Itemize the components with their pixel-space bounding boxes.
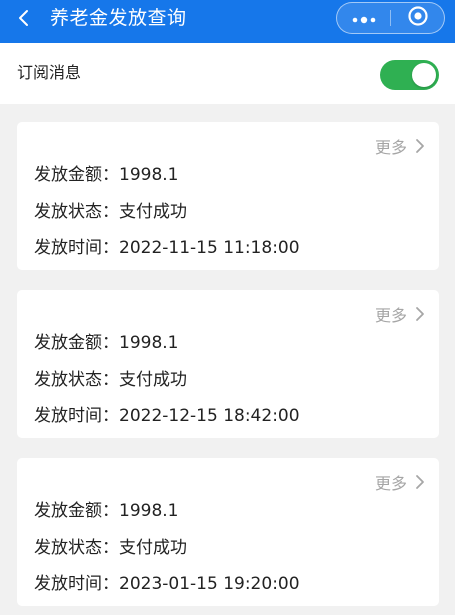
chevron-right-icon — [415, 306, 425, 322]
status-label: 发放状态 — [34, 202, 119, 222]
subscription-label: 订阅消息 — [17, 63, 82, 82]
status-field: 发放状态支付成功 — [34, 197, 187, 222]
more-label: 更多 — [374, 306, 407, 325]
more-link[interactable]: 更多 — [375, 134, 425, 158]
amount-value: 1998.1 — [119, 165, 179, 185]
more-link[interactable]: 更多 — [375, 470, 425, 494]
status-label: 发放状态 — [34, 370, 119, 390]
time-field: 发放时间2023-01-15 19:20:00 — [34, 569, 300, 594]
mini-program-capsule — [336, 2, 445, 34]
target-close-icon — [407, 5, 429, 31]
amount-value: 1998.1 — [119, 333, 179, 353]
time-field: 发放时间2022-11-15 11:18:00 — [34, 233, 300, 258]
time-value: 2022-12-15 18:42:00 — [119, 406, 300, 426]
time-field: 发放时间2022-12-15 18:42:00 — [34, 401, 300, 426]
toggle-knob — [412, 63, 436, 87]
more-link[interactable]: 更多 — [375, 302, 425, 326]
subscription-toggle[interactable] — [380, 60, 439, 90]
amount-value: 1998.1 — [119, 501, 179, 521]
status-field: 发放状态支付成功 — [34, 533, 187, 558]
back-button[interactable] — [10, 6, 38, 34]
amount-field: 发放金额1998.1 — [34, 160, 178, 185]
more-label: 更多 — [374, 474, 407, 493]
amount-label: 发放金额 — [34, 333, 119, 353]
chevron-right-icon — [415, 138, 425, 154]
more-dots-icon — [351, 9, 377, 28]
time-label: 发放时间 — [34, 574, 119, 594]
record-card: 更多 发放金额1998.1 发放状态支付成功 发放时间2022-12-15 18… — [17, 290, 439, 438]
status-label: 发放状态 — [34, 538, 119, 558]
more-label: 更多 — [374, 138, 407, 157]
record-card: 更多 发放金额1998.1 发放状态支付成功 发放时间2023-01-15 19… — [17, 458, 439, 606]
record-card: 更多 发放金额1998.1 发放状态支付成功 发放时间2022-11-15 11… — [17, 122, 439, 270]
time-value: 2023-01-15 19:20:00 — [119, 574, 300, 594]
status-value: 支付成功 — [119, 538, 187, 558]
status-field: 发放状态支付成功 — [34, 365, 187, 390]
time-label: 发放时间 — [34, 238, 119, 258]
subscription-row: 订阅消息 — [0, 43, 455, 104]
close-mini-program-button[interactable] — [391, 3, 444, 33]
nav-header: 养老金发放查询 — [0, 0, 455, 43]
amount-label: 发放金额 — [34, 165, 119, 185]
amount-field: 发放金额1998.1 — [34, 496, 178, 521]
amount-label: 发放金额 — [34, 501, 119, 521]
time-label: 发放时间 — [34, 406, 119, 426]
status-value: 支付成功 — [119, 202, 187, 222]
amount-field: 发放金额1998.1 — [34, 328, 178, 353]
page-title: 养老金发放查询 — [50, 7, 187, 29]
more-menu-button[interactable] — [337, 3, 390, 33]
chevron-right-icon — [415, 474, 425, 490]
chevron-left-icon — [16, 8, 32, 32]
status-value: 支付成功 — [119, 370, 187, 390]
time-value: 2022-11-15 11:18:00 — [119, 238, 300, 258]
